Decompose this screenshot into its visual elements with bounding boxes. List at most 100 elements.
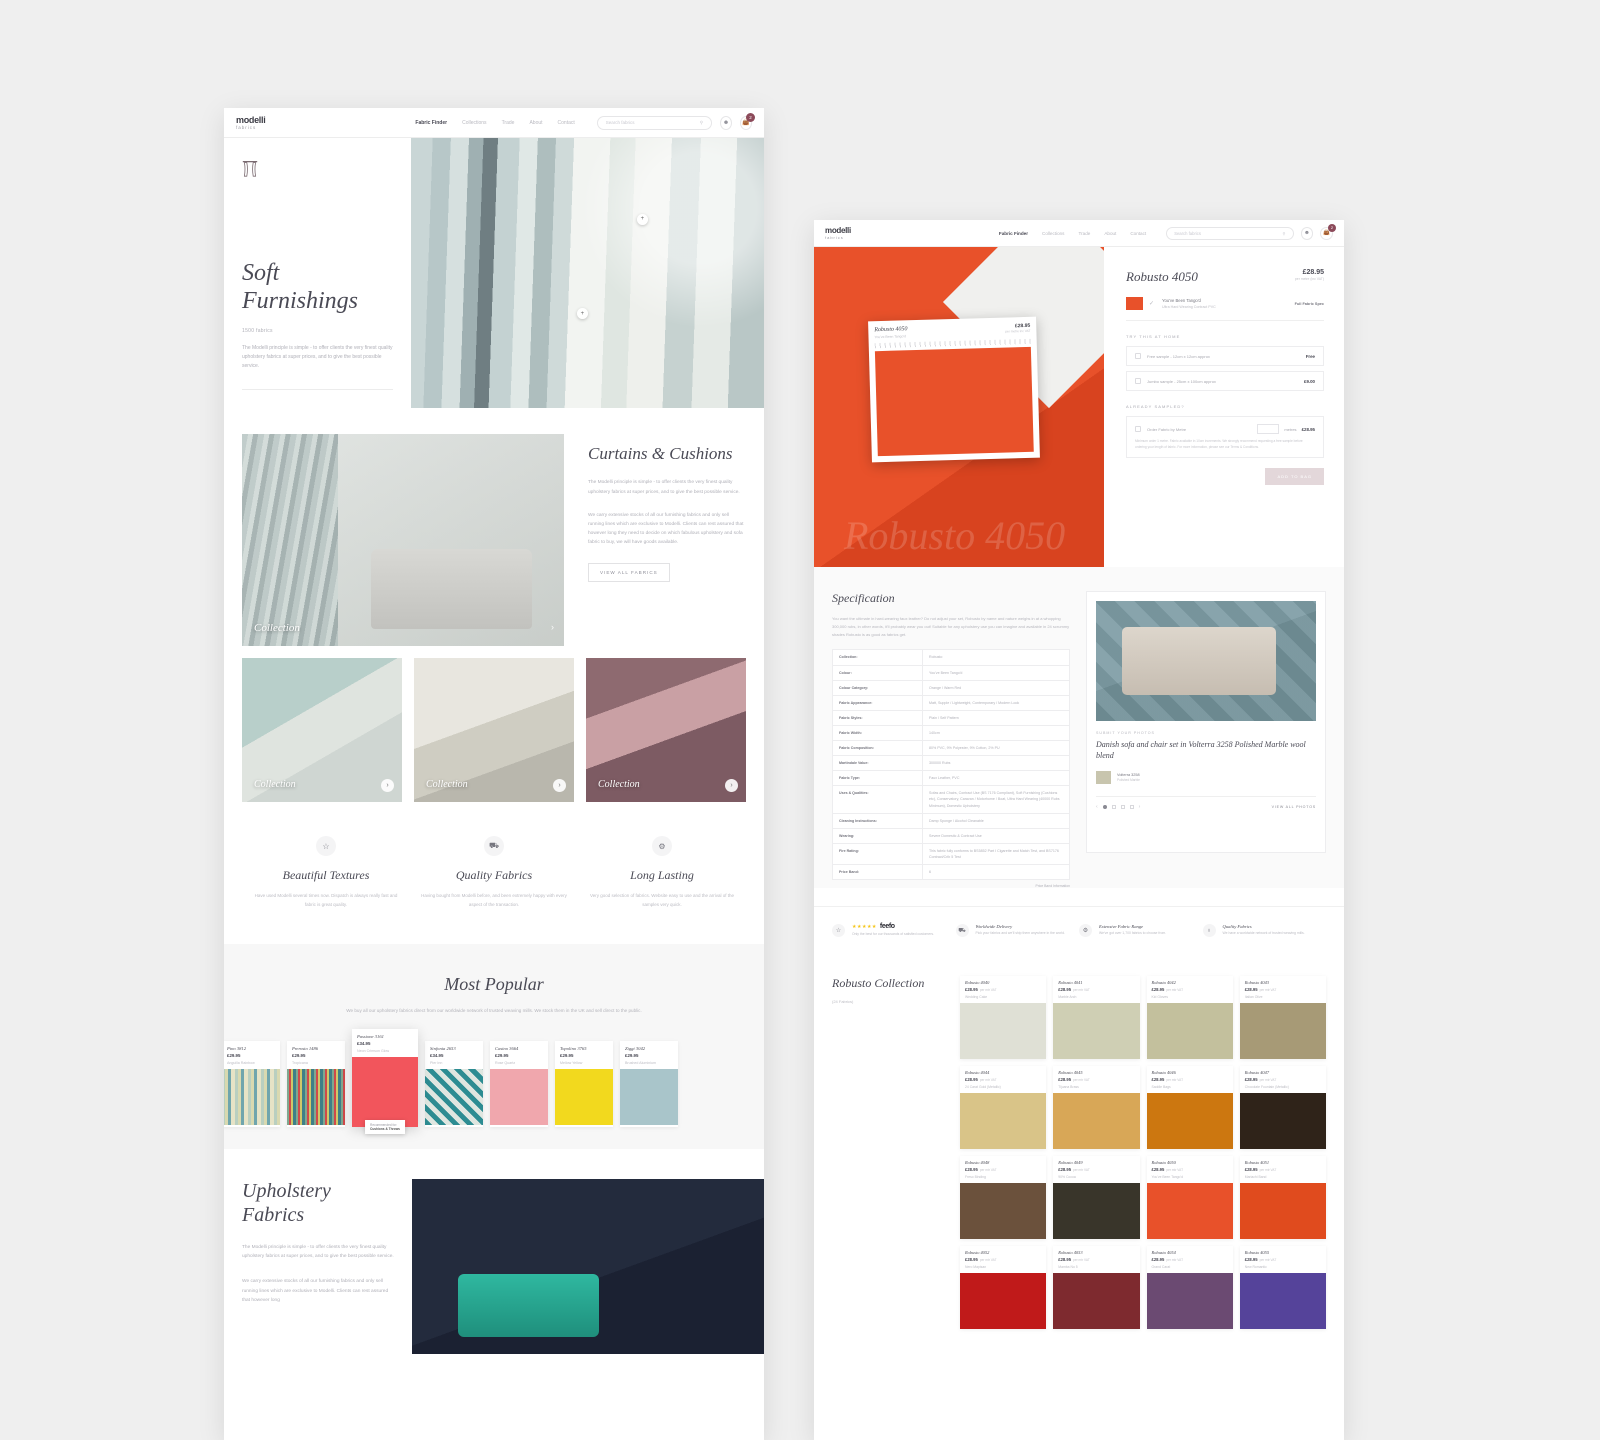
swatch-card[interactable]: Pino 3812 £29.95 Anguilla Rainbow	[224, 1041, 280, 1128]
spec-key: Fabric Styles:	[831, 709, 924, 726]
collection-card-3[interactable]: Collection ›	[586, 658, 746, 802]
sample-option-jumbo[interactable]: Jumbo sample - 25cm x 100cm approx £9.00	[1126, 371, 1324, 391]
metre-note-text: Minimum order 1 metre. Fabric available …	[1135, 439, 1303, 449]
search-icon[interactable]: ⚲	[700, 120, 703, 126]
account-icon[interactable]: ☻	[1300, 226, 1314, 240]
collection-card-2[interactable]: Collection ›	[414, 658, 574, 802]
photo-swatch-row[interactable]: Volterra 3258 Polished Marble	[1096, 770, 1316, 784]
table-row: Price Band: 6	[831, 864, 1070, 881]
fabric-card-price: £28.95 per mtr VAT	[1058, 1167, 1090, 1173]
spec-value: 140cm	[922, 724, 1070, 742]
collection-fabric-card[interactable]: Robusto 4043 £28.95 per mtr VAT Italian Oli…	[1239, 976, 1326, 1060]
order-metre-text: Order Fabric by Metre	[1147, 426, 1187, 432]
sample-option-free[interactable]: Free sample - 12cm x 12cm approx Free	[1126, 346, 1324, 366]
logo-main-text: modelli	[825, 226, 851, 235]
fabric-card-chip	[1053, 1003, 1140, 1060]
search-input[interactable]: Search fabrics ⚲	[1166, 226, 1294, 240]
swatch-card[interactable]: Topolino 3765 £29.95 Mellow Yellow	[555, 1041, 613, 1128]
view-all-photos-link[interactable]: VIEW ALL PHOTOS	[1272, 805, 1316, 809]
feature-beautiful-textures: ☆ Beautiful Textures Have used Modelli s…	[242, 836, 410, 910]
hero-hotspot-1[interactable]: +	[576, 308, 588, 320]
table-row: Collection: Robusto	[831, 649, 1070, 666]
photo-caption: Danish sofa and chair set in Volterra 32…	[1096, 740, 1306, 760]
collection-fabric-card[interactable]: Robusto 4045 £28.95 per mtr VAT Tijuana Bra…	[1053, 1066, 1140, 1150]
nav-item-trade[interactable]: Trade	[502, 120, 515, 126]
trust-worldwide-delivery: ⛟ Worldwide Delivery Pick your fabrics a…	[955, 923, 1080, 938]
swatch-card[interactable]: Ziggi 3042 £29.95 Brushed Aluminium	[620, 1041, 678, 1128]
add-to-bag-button[interactable]: ADD TO BAG	[1265, 468, 1324, 486]
carousel-dot-4[interactable]	[1129, 804, 1134, 809]
swatch-card-featured[interactable]: Passione 3161 £34.95 Neon Crimson Glow R…	[352, 1029, 418, 1135]
collection-card-1[interactable]: Collection ›	[242, 658, 402, 802]
collection-fabric-card[interactable]: Robusto 4041 £28.95 per mtr VAT Marble Arch	[1053, 976, 1140, 1060]
product-colour-name: You've Been Tango'd	[1162, 298, 1201, 303]
carousel-next-icon[interactable]: ›	[1139, 804, 1141, 810]
swatch-card[interactable]: Prerosto 1486 £29.95 Tropicana	[287, 1041, 345, 1128]
collection-fabric-card[interactable]: Robusto 4053 £28.95 per mtr VAT Mamba No 5	[1053, 1246, 1140, 1330]
carousel-next-icon[interactable]: ›	[551, 622, 554, 632]
fabric-card-price: £28.95 per mtr VAT	[1151, 1167, 1184, 1173]
collection-card-1-next-icon[interactable]: ›	[381, 779, 394, 792]
checkbox-icon[interactable]	[1135, 353, 1141, 359]
cart-icon[interactable]: 👜 2	[740, 112, 756, 130]
collection-fabric-card[interactable]: Robusto 4044 £28.95 per mtr VAT 24 Carat Go…	[960, 1066, 1047, 1150]
table-row: Uses & Qualities: Sofas and Chairs, Contr…	[831, 785, 1070, 814]
collection-card-2-next-icon[interactable]: ›	[553, 779, 566, 792]
account-icon[interactable]: ☻	[720, 115, 733, 130]
swatch-card[interactable]: Sinfonia 2653 £34.95 Pier Inn	[425, 1041, 483, 1128]
hero-image-curtains: + +	[411, 138, 764, 408]
checkbox-icon[interactable]	[1135, 426, 1141, 432]
carousel-dot-2[interactable]	[1111, 804, 1116, 809]
fabric-card-unit: per mtr VAT	[979, 1078, 997, 1083]
collection-fabric-card[interactable]: Robusto 4052 £28.95 per mtr VAT Nero Mapisa…	[960, 1246, 1047, 1330]
metre-unit-label: metres	[1284, 426, 1297, 432]
carousel-dot-1[interactable]	[1102, 804, 1107, 809]
collection-fabric-card[interactable]: Robusto 4047 £28.95 per mtr VAT Chocolate F…	[1239, 1066, 1326, 1150]
collection-card-3-next-icon[interactable]: ›	[725, 779, 738, 792]
spec-key: Cleaning Instructions:	[831, 812, 924, 829]
nav-item-about[interactable]: About	[1104, 231, 1116, 236]
most-popular-title: Most Popular	[444, 973, 544, 994]
swatch-card[interactable]: Casino 3664 £29.95 Rose Quartz	[490, 1041, 548, 1128]
trust-feefo: ☆ ★★★★★ feefo Only the best for our thou…	[832, 923, 956, 938]
nav-item-contact[interactable]: Contact	[558, 120, 575, 126]
nav-item-collections[interactable]: Collections	[462, 120, 486, 126]
price-band-info-link[interactable]: Price Band Information	[832, 884, 1071, 888]
carousel-prev-icon[interactable]: ‹	[1096, 804, 1098, 810]
customer-photo[interactable]	[1096, 601, 1316, 721]
curtains-cushions-image[interactable]: Collection ›	[242, 434, 564, 646]
collection-fabric-card[interactable]: Robusto 4048 £28.95 per mtr VAT Freso Bindi…	[960, 1156, 1047, 1240]
collection-fabric-card[interactable]: Robusto 4049 £28.95 per mtr VAT 90% Cocoa	[1053, 1156, 1140, 1240]
collection-fabric-card[interactable]: Robusto 4054 £28.95 per mtr VAT Grand Carat	[1146, 1246, 1233, 1330]
carousel-dot-3[interactable]	[1120, 804, 1125, 809]
nav-item-contact[interactable]: Contact	[1130, 231, 1146, 236]
nav-item-trade[interactable]: Trade	[1078, 231, 1090, 236]
feature-1-body: Have used Modelli several times now. Dis…	[254, 893, 398, 907]
collection-fabric-card[interactable]: Robusto 4050 £28.95 per mtr VAT You've Been…	[1146, 1156, 1233, 1240]
checkbox-icon[interactable]	[1135, 378, 1141, 384]
spec-key: Fabric Composition:	[831, 740, 924, 757]
nav-item-fabric-finder[interactable]: Fabric Finder	[415, 120, 447, 126]
search-input[interactable]: Search fabrics ⚲	[596, 115, 713, 130]
view-all-fabrics-button[interactable]: VIEW ALL FABRICS	[588, 563, 670, 583]
full-fabric-spec-link[interactable]: Full Fabric Spec	[1295, 302, 1324, 306]
hero-body-text: The Modelli principle is simple - to off…	[242, 344, 393, 370]
cart-icon[interactable]: 👜 2	[1320, 223, 1336, 240]
fabric-card-colour: Saddle Bags	[1151, 1085, 1171, 1090]
product-colour-chip[interactable]	[1126, 297, 1143, 310]
sample-card-name: Robusto 4050	[874, 326, 908, 334]
collection-fabric-card[interactable]: Robusto 4051 £28.95 per mtr VAT Mariachi Ba…	[1239, 1156, 1326, 1240]
collection-fabric-card[interactable]: Robusto 4055 £28.95 per mtr VAT New Romanti…	[1239, 1246, 1326, 1330]
search-icon[interactable]: ⚲	[1282, 231, 1285, 236]
hero-hotspot-2[interactable]: +	[636, 213, 648, 225]
fabric-card-unit: per mtr VAT	[1259, 1168, 1277, 1173]
logo-home[interactable]: modelli fabrics	[236, 115, 266, 130]
collection-fabric-card[interactable]: Robusto 4040 £28.95 per mtr VAT Wedding Cak…	[960, 976, 1047, 1060]
collection-fabric-card[interactable]: Robusto 4042 £28.95 per mtr VAT Kid Gloves	[1146, 976, 1233, 1060]
collection-fabric-card[interactable]: Robusto 4046 £28.95 per mtr VAT Saddle Bags	[1146, 1066, 1233, 1150]
nav-item-fabric-finder[interactable]: Fabric Finder	[999, 231, 1028, 236]
quantity-input[interactable]	[1257, 424, 1280, 434]
nav-item-collections[interactable]: Collections	[1042, 231, 1064, 236]
logo-product[interactable]: modelli fabrics	[825, 226, 851, 240]
nav-item-about[interactable]: About	[529, 120, 542, 126]
